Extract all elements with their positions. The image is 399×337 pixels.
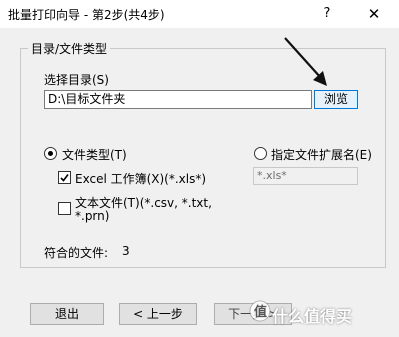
window-title: 批量打印向导 - 第2步(共4步) <box>8 8 165 22</box>
directory-path-input[interactable]: D:\目标文件夹 <box>44 90 312 109</box>
wizard-dialog: 批量打印向导 - 第2步(共4步) ? ✕ 目录/文件类型 选择目录(S) D:… <box>0 0 399 337</box>
help-button[interactable]: ? <box>313 2 341 26</box>
radio-selected-dot <box>48 151 53 156</box>
excel-label: Excel 工作簿(X)(*.xls*) <box>75 172 207 186</box>
svg-text:值: 值 <box>254 304 267 320</box>
prev-step-button[interactable]: < 上一步 <box>119 303 197 325</box>
text-file-label-line2: *.prn) <box>75 209 110 223</box>
matching-files-label: 符合的文件: <box>44 246 109 260</box>
text-file-checkbox[interactable] <box>58 202 71 215</box>
custom-extension-radio[interactable] <box>254 147 267 160</box>
custom-extension-label: 指定文件扩展名(E) <box>271 148 372 162</box>
group-legend: 目录/文件类型 <box>28 40 111 57</box>
excel-checkbox[interactable] <box>58 171 71 184</box>
matching-files-count: 3 <box>122 244 130 258</box>
close-button[interactable]: ✕ <box>360 2 388 26</box>
file-type-label: 文件类型(T) <box>62 148 127 162</box>
browse-button[interactable]: 浏览 <box>314 90 358 109</box>
select-directory-label: 选择目录(S) <box>44 73 109 87</box>
watermark-text: 什么值得买 <box>272 307 353 326</box>
checkmark-icon <box>60 174 69 182</box>
file-type-radio[interactable] <box>44 147 57 160</box>
title-bar: 批量打印向导 - 第2步(共4步) ? ✕ <box>0 0 399 28</box>
custom-extension-input[interactable]: *.xls* <box>253 167 358 185</box>
annotation-arrow-icon <box>284 37 327 86</box>
exit-button[interactable]: 退出 <box>30 303 104 325</box>
